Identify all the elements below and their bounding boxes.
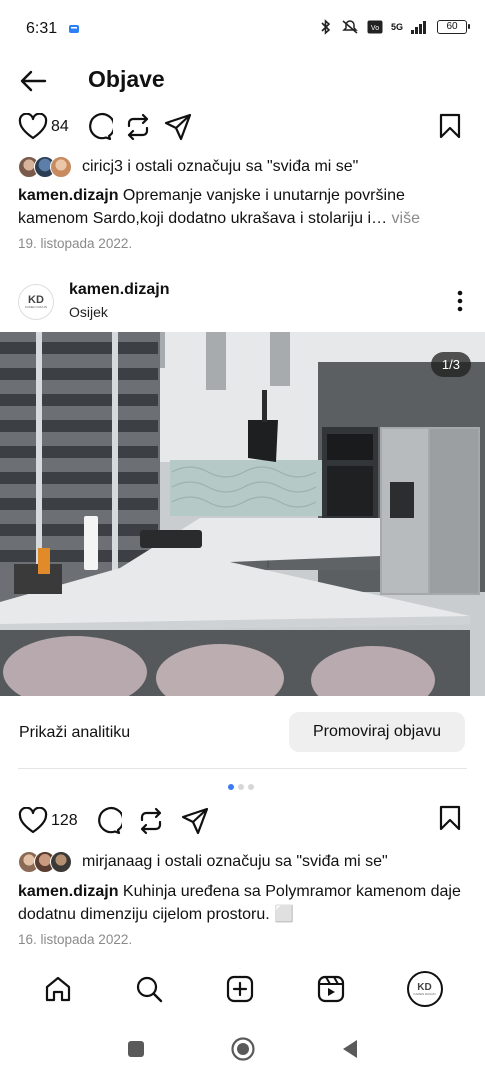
comment-icon[interactable] <box>83 112 113 142</box>
carousel-dot-active <box>228 784 234 790</box>
post2-date: 16. listopada 2022. <box>18 932 133 947</box>
promote-post-button[interactable]: Promoviraj objavu <box>289 712 465 752</box>
back-button-icon[interactable] <box>340 1038 360 1060</box>
post1-likes-line[interactable]: ciricj3 i ostali označuju sa "sviđa mi s… <box>18 156 358 178</box>
network-type: 5G <box>390 22 403 32</box>
more-link[interactable]: više <box>387 210 420 227</box>
post2-liked-suffix: i ostali označuju sa "sviđa mi se" <box>152 853 388 870</box>
post1-caption: kamen.dizajn Opremanje vanjske i unutarn… <box>18 184 468 230</box>
app-notification-icon <box>69 25 79 33</box>
post1-liked-by[interactable]: ciricj3 <box>82 158 123 176</box>
avatar-logo-mark: KD <box>28 294 44 306</box>
post2-like-count[interactable]: 128 <box>51 812 78 830</box>
bluetooth-icon <box>321 19 331 35</box>
carousel-dot <box>248 784 254 790</box>
post2-caption-user[interactable]: kamen.dizajn <box>18 883 118 900</box>
profile-avatar[interactable]: KD KAMEN DIZAJN <box>406 971 443 1007</box>
signal-icon <box>411 21 426 34</box>
avatar-logo-sub: KAMEN DIZAJN <box>24 305 47 309</box>
post2-liker-avatars <box>18 851 72 873</box>
bookmark-icon[interactable] <box>437 804 463 832</box>
create-icon[interactable] <box>225 974 255 1004</box>
repost-icon[interactable] <box>136 806 166 836</box>
account-avatar[interactable]: KD KAMEN DIZAJN <box>18 284 54 320</box>
more-options-icon[interactable] <box>457 290 463 312</box>
repost-icon[interactable] <box>123 112 153 142</box>
post1-date: 19. listopada 2022. <box>18 236 133 251</box>
share-icon[interactable] <box>180 806 210 836</box>
system-navigation <box>0 1036 485 1062</box>
post1-actions: 84 <box>18 112 193 142</box>
post1-liked-suffix: i ostali označuju sa "sviđa mi se" <box>122 158 359 175</box>
recents-icon[interactable] <box>126 1039 146 1059</box>
battery-level: 60 <box>446 21 458 32</box>
back-arrow-icon[interactable] <box>18 66 48 96</box>
heart-icon[interactable] <box>18 113 48 141</box>
post1-liker-avatars <box>18 156 72 178</box>
kitchen-photo <box>0 332 485 696</box>
bookmark-icon[interactable] <box>437 112 463 140</box>
home-button-icon[interactable] <box>230 1036 256 1062</box>
reels-icon[interactable] <box>316 974 346 1004</box>
image-counter: 1/3 <box>430 352 471 377</box>
share-icon[interactable] <box>163 112 193 142</box>
post2-actions: 128 <box>18 806 210 836</box>
post-image[interactable] <box>0 332 485 696</box>
home-icon[interactable] <box>43 974 73 1004</box>
status-icons: Vo 5G 60 <box>319 19 470 35</box>
view-analytics-link[interactable]: Prikaži analitiku <box>19 724 130 742</box>
post1-like-count[interactable]: 84 <box>51 118 69 136</box>
carousel-dots <box>228 784 254 790</box>
carousel-dot <box>238 784 244 790</box>
post2-likes-line[interactable]: mirjanaag i ostali označuju sa "sviđa mi… <box>18 851 388 873</box>
search-icon[interactable] <box>134 974 164 1004</box>
comment-icon[interactable] <box>92 806 122 836</box>
battery-indicator: 60 <box>437 20 470 34</box>
post2-location[interactable]: Osijek <box>69 304 108 320</box>
bottom-navigation: KD KAMEN DIZAJN <box>0 971 485 1007</box>
divider <box>18 768 467 769</box>
profile-logo-mark: KD <box>417 981 432 993</box>
mute-icon <box>342 20 358 34</box>
volte-icon: Vo <box>367 20 383 34</box>
heart-icon[interactable] <box>18 807 48 835</box>
status-time: 6:31 <box>26 20 58 37</box>
post2-liked-by[interactable]: mirjanaag <box>82 853 152 871</box>
post1-caption-user[interactable]: kamen.dizajn <box>18 187 118 204</box>
svg-text:Vo: Vo <box>371 25 379 32</box>
page-title: Objave <box>88 66 165 92</box>
avatar <box>50 156 72 178</box>
profile-logo-sub: KAMEN DIZAJN <box>413 991 436 996</box>
avatar <box>50 851 72 873</box>
post2-username[interactable]: kamen.dizajn <box>69 281 169 299</box>
post2-caption: kamen.dizajn Kuhinja uređena sa Polymram… <box>18 880 468 926</box>
